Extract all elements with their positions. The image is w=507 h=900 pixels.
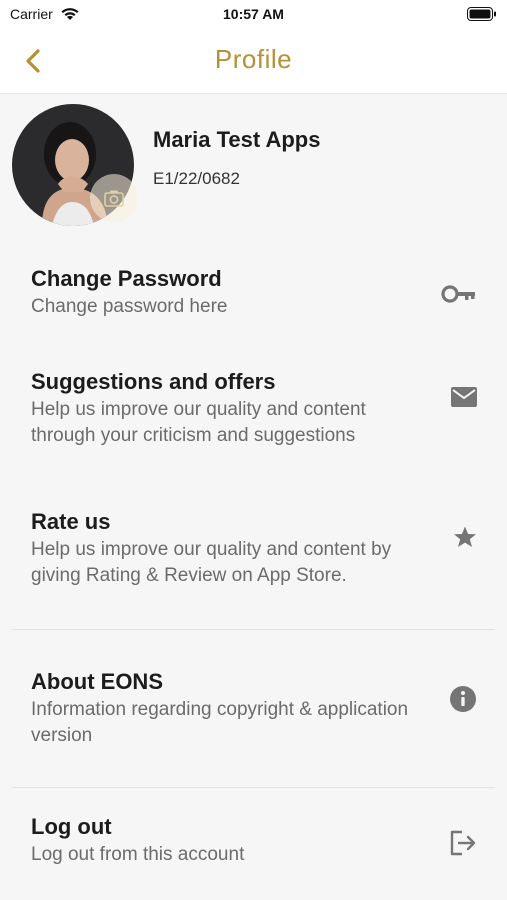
divider [12, 629, 495, 630]
menu-item-about[interactable]: About EONS Information regarding copyrig… [0, 661, 507, 761]
menu-item-description: Help us improve our quality and content … [31, 539, 392, 586]
menu-item-logout[interactable]: Log out Log out from this account [0, 806, 507, 886]
menu-item-title: Change Password [31, 266, 222, 291]
menu-item-suggestions[interactable]: Suggestions and offers Help us improve o… [0, 361, 507, 481]
logout-icon [450, 830, 476, 856]
battery-icon [467, 7, 496, 21]
divider [12, 787, 495, 788]
info-icon [450, 686, 476, 712]
menu-item-title: Rate us [31, 509, 111, 534]
menu-item-description: Change password here [31, 296, 228, 317]
star-icon [454, 526, 476, 547]
key-icon [441, 285, 475, 303]
menu-item-title: Log out [31, 814, 112, 839]
profile-name: Maria Test Apps [153, 127, 321, 152]
profile-id: E1/22/0682 [153, 169, 240, 188]
nav-bar: Profile [0, 28, 507, 94]
menu-item-title: Suggestions and offers [31, 369, 276, 394]
menu-item-change-password[interactable]: Change Password Change password here [0, 258, 507, 338]
status-time: 10:57 AM [223, 6, 284, 22]
menu-item-rate-us[interactable]: Rate us Help us improve our quality and … [0, 501, 507, 621]
menu-item-title: About EONS [31, 669, 163, 694]
camera-icon [104, 190, 124, 207]
change-photo-button[interactable] [90, 174, 138, 222]
mail-icon [451, 387, 477, 407]
profile-header: Maria Test Apps E1/22/0682 [0, 94, 507, 244]
page-title: Profile [214, 44, 293, 74]
status-bar: Carrier 10:57 AM [0, 0, 507, 28]
menu-item-description: Log out from this account [31, 844, 245, 865]
menu-item-description: Help us improve our quality and content … [31, 399, 366, 446]
menu-item-description: Information regarding copyright & applic… [31, 699, 409, 746]
